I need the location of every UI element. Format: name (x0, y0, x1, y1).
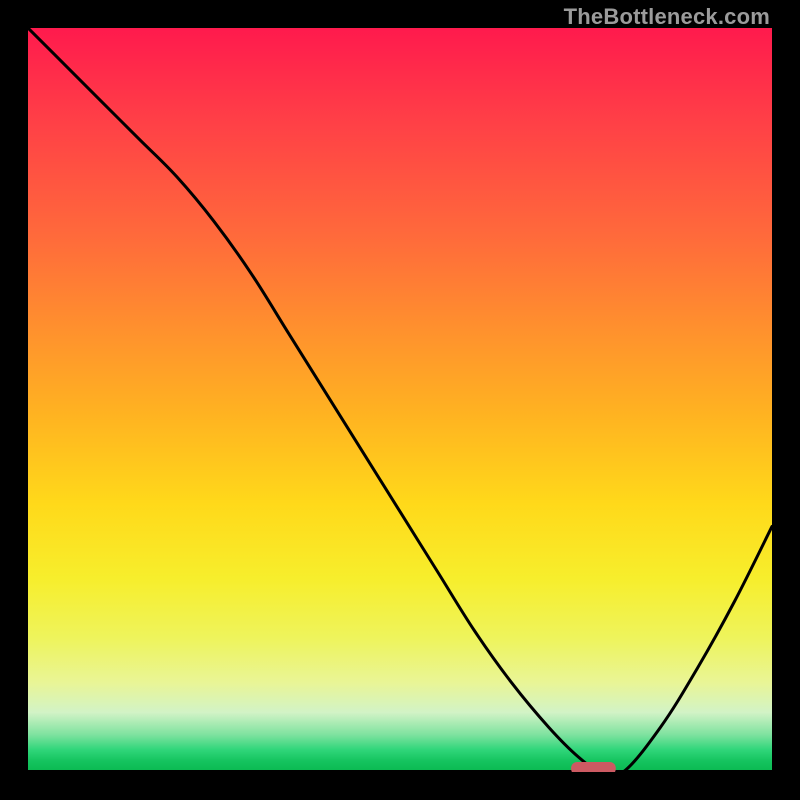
optimal-marker (28, 28, 772, 772)
chart-frame: TheBottleneck.com (0, 0, 800, 800)
plot-area (28, 28, 772, 772)
watermark-text: TheBottleneck.com (564, 4, 770, 30)
